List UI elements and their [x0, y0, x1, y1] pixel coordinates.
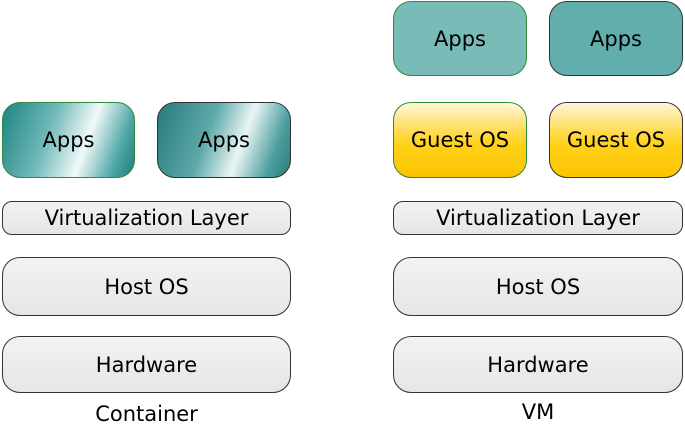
container-hardware: Hardware: [2, 336, 291, 393]
container-caption: Container: [95, 402, 198, 426]
vm-guest-os-left-box: Guest OS: [393, 102, 527, 178]
container-host-os-label: Host OS: [104, 274, 189, 299]
vm-host-os-label: Host OS: [495, 274, 581, 299]
vm-virtualization-layer: Virtualization Layer: [393, 201, 683, 235]
vm-apps-left-box: Apps: [393, 1, 527, 76]
vm-apps-left-label: Apps: [434, 26, 486, 51]
container-apps-right-box: Apps: [157, 102, 291, 178]
vm-guest-os-right-label: Guest OS: [566, 128, 666, 152]
vm-hardware: Hardware: [393, 336, 683, 393]
vm-caption: VM: [521, 400, 555, 424]
vm-virtualization-label: Virtualization Layer: [436, 206, 640, 230]
container-apps-left-box: Apps: [2, 102, 135, 178]
vm-guest-os-right-box: Guest OS: [549, 102, 683, 178]
container-host-os: Host OS: [2, 257, 291, 316]
container-virtualization-layer: Virtualization Layer: [2, 201, 291, 235]
container-virtualization-label: Virtualization Layer: [44, 206, 249, 230]
vm-guest-os-left-label: Guest OS: [410, 128, 510, 152]
vm-apps-right-label: Apps: [590, 26, 642, 51]
container-apps-right-label: Apps: [198, 128, 250, 152]
container-hardware-label: Hardware: [95, 352, 198, 377]
vm-host-os: Host OS: [393, 257, 683, 316]
container-apps-left-label: Apps: [42, 128, 95, 152]
vm-apps-right-box: Apps: [549, 1, 683, 76]
vm-hardware-label: Hardware: [487, 352, 589, 377]
